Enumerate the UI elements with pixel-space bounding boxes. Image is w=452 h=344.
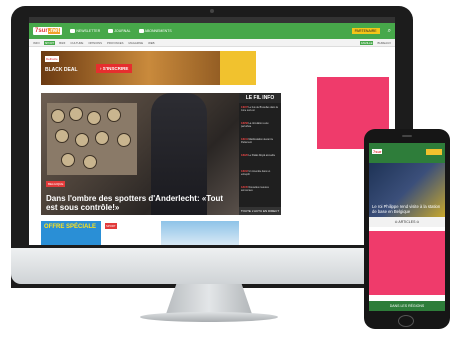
secondary-category-badge[interactable]: SPORT: [105, 223, 117, 229]
header-abonnements[interactable]: ABONNEMENTS: [138, 29, 172, 33]
site-logo[interactable]: 7sur.net: [33, 27, 63, 35]
header-journal[interactable]: JOURNAL: [108, 29, 131, 33]
newspaper-icon: [108, 29, 114, 33]
hero-photo-wall: [47, 103, 137, 175]
nav-item-culture[interactable]: CULTURE: [69, 41, 84, 45]
nav-item-provinces[interactable]: PROVINCES: [106, 41, 124, 45]
fil-info-item[interactable]: 13h02 Un incendie dans un entrepôt: [241, 170, 279, 176]
mail-icon: [70, 29, 76, 33]
nav-item-opinions[interactable]: OPINIONS: [87, 41, 103, 45]
mobile-header: 7sur: [369, 143, 445, 163]
nav-item-web[interactable]: WEB: [147, 41, 155, 45]
mobile-logo[interactable]: 7sur: [372, 149, 383, 154]
mobile-ad-slot[interactable]: [369, 231, 445, 295]
hero-article[interactable]: BELGIQUE Dans l'ombre des spotters d'And…: [41, 93, 239, 215]
mobile-hero-text[interactable]: Le roi Philippe rend visite à la station…: [372, 204, 442, 214]
mobile-articles-toggle[interactable]: ⊙ ARTICLES ⊙: [369, 217, 445, 227]
monitor-chin: [11, 248, 413, 284]
secondary-article-image[interactable]: [161, 221, 239, 245]
monitor-stand-base: [140, 312, 278, 322]
main-nav: INFO SPORT BIZZ CULTURE OPINIONS PROVINC…: [29, 39, 395, 47]
mobile-header-flag: [426, 149, 442, 155]
nav-item-famille[interactable]: FAMILLE: [359, 40, 374, 45]
desktop-screen: 7sur.net NEWSLETTER JOURNAL ABONNEMENTS …: [29, 17, 395, 245]
hero-title[interactable]: Dans l'ombre des spotters d'Anderlecht: …: [46, 194, 234, 212]
fil-info-title: LE FIL INFO: [239, 93, 281, 103]
header-promo[interactable]: PARTENAIRE: [351, 28, 380, 34]
fil-info-item[interactable]: 12h45 Nouvelles mesures annoncées: [241, 186, 279, 192]
nav-item-bizz[interactable]: BIZZ: [58, 41, 66, 45]
fil-info-item[interactable]: 13h58 La circulation a été perturbée: [241, 122, 279, 128]
ad-product-image: [220, 51, 256, 85]
mobile-hero-article[interactable]: Le roi Philippe rend visite à la station…: [369, 163, 445, 217]
phone-screen: 7sur Le roi Philippe rend visite à la st…: [369, 143, 445, 311]
nav-item-sport[interactable]: SPORT: [43, 40, 56, 45]
nav-item-info[interactable]: INFO: [32, 41, 41, 45]
offre-speciale-banner[interactable]: OFFRE SPÉCIALE: [41, 221, 101, 245]
secondary-row: OFFRE SPÉCIALE SPORT: [41, 221, 281, 245]
site-header: 7sur.net NEWSLETTER JOURNAL ABONNEMENTS …: [29, 23, 395, 39]
search-icon[interactable]: ⌕: [388, 28, 391, 35]
fil-info-all-link[interactable]: TOUTE L'ACTU EN DIRECT: [239, 207, 281, 215]
nav-item-bureaux[interactable]: BUREAUX: [376, 41, 392, 45]
fil-info-item[interactable]: 14h07 Le bus de Bruxelles dans la zone s…: [241, 106, 279, 112]
webcam: [210, 9, 214, 13]
ad-banner[interactable]: Delhaize BLACK DEAL › S'INSCRIRE: [41, 51, 256, 85]
ad-brand: Delhaize: [45, 56, 59, 62]
monitor-stand-neck: [166, 284, 252, 314]
fil-info-panel: LE FIL INFO 14h07 Le bus de Bruxelles da…: [239, 93, 281, 215]
phone-speaker: [402, 135, 412, 137]
fil-info-item[interactable]: 13h20 Le Palais Royal accueille: [241, 154, 279, 157]
mobile-regions-bar[interactable]: DANS LES RÉGIONS: [369, 301, 445, 311]
fil-info-item[interactable]: 13h41 Manifestation devant le Parlement: [241, 138, 279, 144]
hero-category-badge[interactable]: BELGIQUE: [46, 181, 66, 187]
ad-text: BLACK DEAL: [45, 67, 78, 73]
subscription-icon: [138, 29, 144, 33]
phone-home-button[interactable]: [398, 315, 414, 327]
nav-item-magazine[interactable]: MAGAZINE: [128, 41, 145, 45]
header-newsletter[interactable]: NEWSLETTER: [70, 29, 100, 33]
main-content: Delhaize BLACK DEAL › S'INSCRIRE BELGIQU…: [41, 51, 281, 245]
mobile-phone: 7sur Le roi Philippe rend visite à la st…: [364, 129, 450, 329]
ad-cta-button[interactable]: › S'INSCRIRE: [96, 64, 133, 73]
